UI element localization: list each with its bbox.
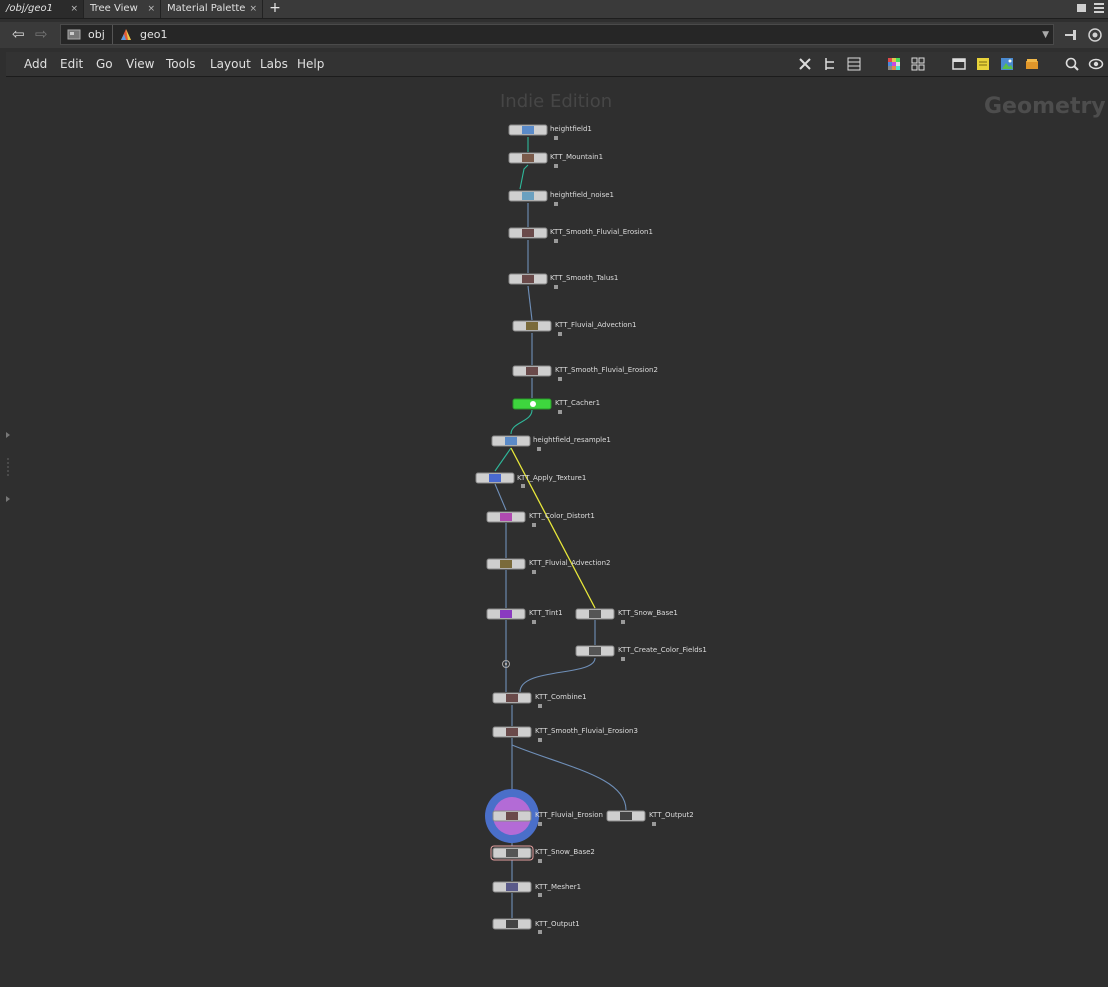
menu-layout[interactable]: Layout — [210, 52, 251, 76]
network-box-icon[interactable] — [951, 56, 967, 72]
node-label: KTT_Smooth_Talus1 — [550, 274, 619, 282]
pin-icon[interactable] — [1063, 28, 1079, 42]
node-ktt-mesher1[interactable] — [492, 881, 532, 893]
wire[interactable] — [494, 483, 507, 511]
menu-add[interactable]: Add — [24, 52, 47, 76]
node-ktt-fluvial-advection2[interactable] — [486, 558, 526, 570]
wire[interactable] — [519, 164, 529, 190]
color-palette-icon[interactable] — [886, 56, 902, 72]
node-ktt-combine1[interactable] — [492, 692, 532, 704]
menu-view[interactable]: View — [126, 52, 154, 76]
tree-layout-icon[interactable] — [822, 56, 838, 72]
node-label: KTT_Color_Distort1 — [529, 512, 595, 520]
visibility-eye-icon[interactable] — [1088, 56, 1104, 72]
geo-object-icon — [121, 29, 131, 40]
node-ktt-smooth-talus1[interactable] — [508, 273, 548, 285]
node-label: KTT_Smooth_Fluvial_Erosion1 — [550, 228, 653, 236]
node-ktt-smooth-fluvial-erosion2[interactable] — [512, 365, 552, 377]
node-heightfield-resample1[interactable] — [491, 435, 531, 447]
network-path-field[interactable]: obj geo1 ▼ — [60, 24, 1054, 45]
wire[interactable] — [527, 285, 533, 321]
node-label: heightfield_noise1 — [550, 191, 614, 199]
node-label: KTT_Tint1 — [529, 609, 563, 617]
tab-material-palette[interactable]: Material Palette × — [161, 0, 263, 18]
menu-help[interactable]: Help — [297, 52, 324, 76]
node-ktt-create-color-fields1[interactable] — [575, 645, 615, 657]
search-icon[interactable] — [1064, 56, 1080, 72]
tab-close-icon[interactable]: × — [70, 0, 78, 18]
wire[interactable] — [510, 409, 533, 435]
menu-tools[interactable]: Tools — [166, 52, 196, 76]
link-scope-icon[interactable] — [1087, 27, 1103, 43]
forward-arrow-icon[interactable]: ⇨ — [35, 27, 48, 42]
background-image-icon[interactable] — [999, 56, 1015, 72]
add-tab-button[interactable]: + — [268, 0, 282, 18]
tab-label: Tree View — [90, 3, 138, 14]
node-label: KTT_Fluvial_Advection1 — [555, 321, 637, 329]
wire[interactable] — [519, 657, 596, 693]
asset-icon[interactable] — [1024, 56, 1040, 72]
shape-palette-icon[interactable] — [910, 56, 926, 72]
menu-go[interactable]: Go — [96, 52, 113, 76]
node-label: KTT_Output1 — [535, 920, 580, 928]
path-dropdown-icon[interactable]: ▼ — [1042, 30, 1049, 40]
breadcrumb-separator — [104, 25, 113, 44]
pane-tab-bar: /obj/geo1 × Tree View × Material Palette… — [0, 0, 1108, 19]
maximize-pane-icon[interactable] — [1077, 4, 1086, 12]
tab-network-editor[interactable]: /obj/geo1 × — [0, 0, 84, 18]
node-label: KTT_Cacher1 — [555, 399, 601, 407]
node-ktt-output2[interactable] — [606, 810, 646, 822]
node-label: KTT_Apply_Texture1 — [517, 474, 587, 482]
tab-close-icon[interactable]: × — [147, 0, 155, 18]
node-ktt-fluvial-advection1[interactable] — [512, 320, 552, 332]
node-label: KTT_Snow_Base2 — [535, 848, 595, 856]
sticky-note-icon[interactable] — [975, 56, 991, 72]
wire-dot-center — [504, 662, 508, 666]
obj-network-icon — [67, 29, 81, 40]
node-label: KTT_Fluvial_Advection2 — [529, 559, 611, 567]
tab-close-icon[interactable]: × — [249, 0, 257, 18]
node-heightfield-noise1[interactable] — [508, 190, 548, 202]
node-label: KTT_Smooth_Fluvial_Erosion2 — [555, 366, 658, 374]
breadcrumb-obj[interactable]: obj — [88, 25, 105, 44]
node-ktt-snow-base2[interactable] — [490, 845, 534, 861]
tab-label: Material Palette — [167, 3, 246, 14]
pane-menu-icon[interactable] — [1094, 3, 1104, 13]
list-view-icon[interactable] — [846, 56, 862, 72]
node-ktt-tint1[interactable] — [486, 608, 526, 620]
node-label: KTT_Snow_Base1 — [618, 609, 678, 617]
node-label: KTT_Mountain1 — [550, 153, 604, 161]
wrench-icon[interactable] — [797, 56, 813, 72]
node-heightfield1[interactable] — [508, 124, 548, 136]
wire[interactable] — [494, 447, 512, 472]
path-bar: ⇦ ⇨ obj geo1 ▼ — [0, 22, 1108, 48]
node-label: KTT_Combine1 — [535, 693, 587, 701]
menu-edit[interactable]: Edit — [60, 52, 83, 76]
node-label: heightfield1 — [550, 125, 592, 133]
tab-tree-view[interactable]: Tree View × — [84, 0, 161, 18]
node-ktt-color-distort1[interactable] — [486, 511, 526, 523]
node-label: KTT_Smooth_Fluvial_Erosion3 — [535, 727, 638, 735]
network-menu-bar: Add Edit Go View Tools Layout Labs Help — [6, 52, 1108, 77]
wire-selected[interactable] — [510, 447, 596, 609]
node-label: KTT_Fluvial_Erosion — [535, 811, 603, 819]
node-label: KTT_Output2 — [649, 811, 694, 819]
node-ktt-snow-base1[interactable] — [575, 608, 615, 620]
node-ktt-mountain1[interactable] — [508, 152, 548, 164]
menu-labs[interactable]: Labs — [260, 52, 288, 76]
node-ktt-cacher1[interactable] — [512, 398, 552, 410]
node-label: KTT_Create_Color_Fields1 — [618, 646, 707, 654]
node-ktt-fluvial-erosion[interactable] — [492, 810, 532, 822]
breadcrumb-geo1[interactable]: geo1 — [140, 25, 167, 44]
back-arrow-icon[interactable]: ⇦ — [12, 27, 25, 42]
node-label: heightfield_resample1 — [533, 436, 611, 444]
node-label: KTT_Mesher1 — [535, 883, 582, 891]
node-ktt-smooth-fluvial-erosion3[interactable] — [492, 726, 532, 738]
node-ktt-output1[interactable] — [492, 918, 532, 930]
tab-label: /obj/geo1 — [6, 3, 53, 14]
node-ktt-smooth-fluvial-erosion1[interactable] — [508, 227, 548, 239]
network-canvas[interactable]: Indie Edition Geometry heightfield1 KTT_… — [6, 77, 1108, 987]
node-ktt-apply-texture1[interactable] — [475, 472, 515, 484]
